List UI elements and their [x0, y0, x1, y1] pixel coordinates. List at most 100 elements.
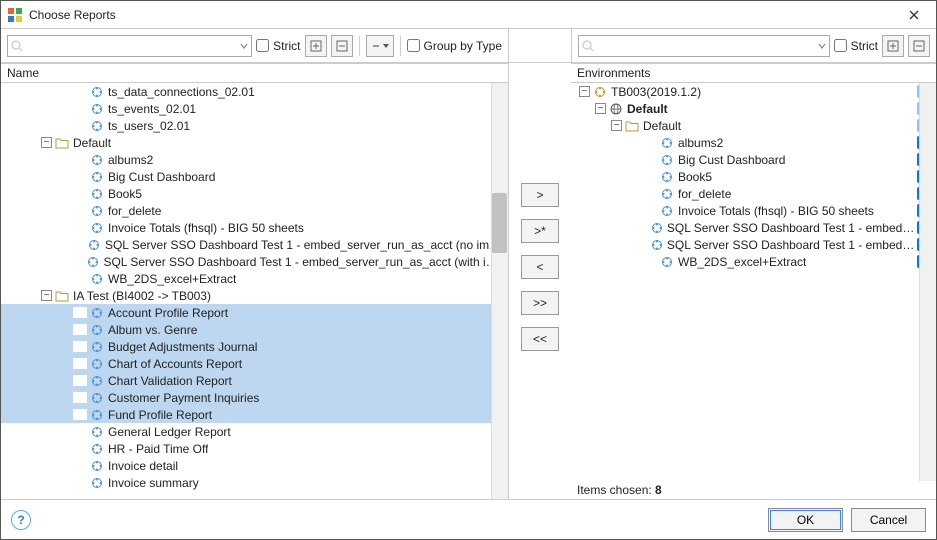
row-label: Budget Adjustments Journal: [108, 340, 257, 354]
collapse-all-button-right[interactable]: [908, 35, 930, 57]
left-tree-viewport: ts_data_connections_02.01ts_events_02.01…: [1, 83, 508, 499]
report-icon: [90, 476, 104, 490]
row-label: Big Cust Dashboard: [108, 170, 215, 184]
tree-row[interactable]: Budget Adjustments Journal: [1, 338, 508, 355]
tree-row[interactable]: −TB003(2019.1.2): [571, 83, 936, 100]
report-icon: [660, 204, 674, 218]
tree-row[interactable]: Customer Payment Inquiries: [1, 389, 508, 406]
right-search-input[interactable]: [578, 35, 830, 57]
report-icon: [90, 323, 104, 337]
row-label: General Ledger Report: [108, 425, 231, 439]
tree-row[interactable]: ts_users_02.01: [1, 117, 508, 134]
tree-row[interactable]: Invoice summary: [1, 474, 508, 491]
left-column-header[interactable]: Name: [1, 63, 508, 83]
collapse-icon[interactable]: −: [41, 290, 52, 301]
row-label: IA Test (BI4002 -> TB003): [73, 289, 211, 303]
report-icon: [90, 425, 104, 439]
left-scrollbar[interactable]: [491, 83, 508, 499]
report-icon: [90, 204, 104, 218]
ok-button[interactable]: OK: [768, 508, 843, 532]
right-strict-checkbox[interactable]: Strict: [834, 39, 878, 53]
row-label: SQL Server SSO Dashboard Test 1 - embed_…: [105, 238, 504, 252]
tree-row[interactable]: ts_events_02.01: [1, 100, 508, 117]
tree-row[interactable]: SQL Server SSO Dashboard Test 1 - embed_…: [1, 236, 508, 253]
tree-row[interactable]: for_delete: [571, 185, 936, 202]
right-search-wrap: [578, 35, 830, 57]
toolbar-spacer: [509, 29, 571, 63]
tree-row[interactable]: General Ledger Report: [1, 423, 508, 440]
row-label: Chart of Accounts Report: [108, 357, 242, 371]
report-icon: [87, 238, 101, 252]
tree-row[interactable]: ts_data_connections_02.01: [1, 83, 508, 100]
tree-row[interactable]: Album vs. Genre: [1, 321, 508, 338]
tree-row[interactable]: Invoice Totals (fhsql) - BIG 50 sheets: [1, 219, 508, 236]
row-label: SQL Server SSO Dashboard Test 1 - embed_…: [667, 221, 917, 235]
row-label: Default: [627, 102, 668, 116]
scroll-thumb[interactable]: [492, 193, 507, 253]
tree-row[interactable]: Account Profile Report: [1, 304, 508, 321]
row-label: HR - Paid Time Off: [108, 442, 208, 456]
tree-row[interactable]: Big Cust Dashboard: [571, 151, 936, 168]
move-all-right-button[interactable]: >>: [521, 291, 559, 315]
separator: [359, 36, 360, 56]
right-column-header[interactable]: Environments: [571, 63, 936, 83]
close-button[interactable]: [898, 4, 930, 26]
help-button[interactable]: ?: [11, 510, 31, 530]
move-all-left-button[interactable]: <<: [521, 327, 559, 351]
tree-row[interactable]: SQL Server SSO Dashboard Test 1 - embed_…: [571, 219, 936, 236]
collapse-icon[interactable]: −: [611, 120, 622, 131]
left-strict-checkbox[interactable]: Strict: [256, 39, 300, 53]
report-icon: [660, 136, 674, 150]
tree-row[interactable]: WB_2DS_excel+Extract: [571, 253, 936, 270]
env-icon: [593, 85, 607, 99]
tree-row[interactable]: HR - Paid Time Off: [1, 440, 508, 457]
tree-row[interactable]: Big Cust Dashboard: [1, 168, 508, 185]
cancel-button[interactable]: Cancel: [851, 508, 926, 532]
group-by-type-label: Group by Type: [424, 39, 503, 53]
left-tree[interactable]: ts_data_connections_02.01ts_events_02.01…: [1, 83, 508, 499]
move-right-star-button[interactable]: >*: [521, 219, 559, 243]
left-pane: Name ts_data_connections_02.01ts_events_…: [1, 63, 509, 499]
tree-row[interactable]: SQL Server SSO Dashboard Test 1 - embed_…: [1, 253, 508, 270]
search-icon: [11, 40, 23, 52]
expand-all-button-right[interactable]: [882, 35, 904, 57]
right-toolbar: Strict: [571, 29, 936, 63]
tree-row[interactable]: − IA Test (BI4002 -> TB003): [1, 287, 508, 304]
tree-row[interactable]: −Default: [1, 134, 508, 151]
row-label: Customer Payment Inquiries: [108, 391, 259, 405]
collapse-icon[interactable]: −: [579, 86, 590, 97]
right-tree[interactable]: −TB003(2019.1.2)−Default−Defaultalbums2B…: [571, 83, 936, 481]
tree-row[interactable]: Fund Profile Report: [1, 406, 508, 423]
window-title: Choose Reports: [29, 8, 898, 22]
chevron-down-icon[interactable]: [240, 42, 248, 50]
tree-row[interactable]: albums2: [571, 134, 936, 151]
move-right-button[interactable]: >: [521, 183, 559, 207]
collapse-icon[interactable]: −: [595, 103, 606, 114]
report-icon: [90, 408, 104, 422]
row-label: Account Profile Report: [108, 306, 228, 320]
tree-row[interactable]: −Default: [571, 117, 936, 134]
move-left-button[interactable]: <: [521, 255, 559, 279]
tree-row[interactable]: Chart Validation Report: [1, 372, 508, 389]
tree-row[interactable]: Chart of Accounts Report: [1, 355, 508, 372]
left-search-input[interactable]: [7, 35, 252, 57]
tree-row[interactable]: WB_2DS_excel+Extract: [1, 270, 508, 287]
tree-row[interactable]: Invoice Totals (fhsql) - BIG 50 sheets: [571, 202, 936, 219]
tree-row[interactable]: for_delete: [1, 202, 508, 219]
collapse-icon[interactable]: −: [41, 137, 52, 148]
tree-row[interactable]: Book5: [1, 185, 508, 202]
expand-all-button[interactable]: [305, 35, 327, 57]
chevron-down-icon[interactable]: [818, 42, 826, 50]
tree-row[interactable]: albums2: [1, 151, 508, 168]
tree-row[interactable]: SQL Server SSO Dashboard Test 1 - embed_…: [571, 236, 936, 253]
right-scrollbar[interactable]: [919, 83, 936, 481]
collapse-all-button[interactable]: [331, 35, 353, 57]
row-label: ts_users_02.01: [108, 119, 190, 133]
tree-row[interactable]: Invoice detail: [1, 457, 508, 474]
tree-row[interactable]: Book5: [571, 168, 936, 185]
report-icon: [90, 102, 104, 116]
group-by-type-checkbox[interactable]: Group by Type: [407, 39, 503, 53]
tree-row[interactable]: − Default: [571, 100, 936, 117]
report-icon: [90, 187, 104, 201]
level-collapse-button[interactable]: [366, 35, 394, 57]
